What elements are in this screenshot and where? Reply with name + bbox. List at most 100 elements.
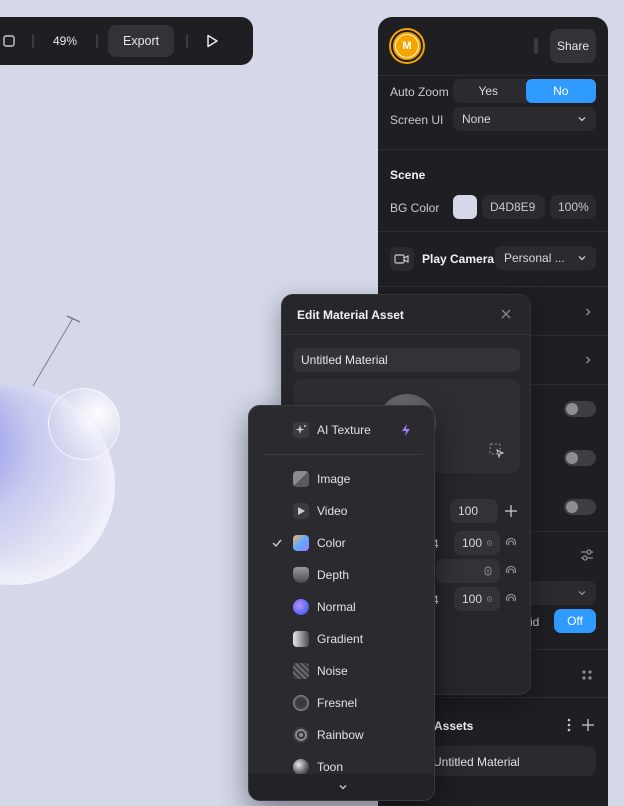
noise-icon <box>293 663 309 679</box>
export-button[interactable]: Export <box>108 25 175 57</box>
rainbow-icon <box>293 727 309 743</box>
reset-icon[interactable] <box>504 536 518 550</box>
image-icon <box>293 471 309 487</box>
toolbar-separator <box>96 34 98 48</box>
bg-color-label: BG Color <box>390 201 440 215</box>
normal-icon <box>293 599 309 615</box>
dropdown-item-label: Normal <box>317 600 356 614</box>
dropdown-item-gradient[interactable]: Gradient <box>249 625 434 653</box>
dialog-title: Edit Material Asset <box>297 308 404 322</box>
divider <box>378 149 608 150</box>
sparkles-icon <box>293 422 309 438</box>
toggle-switch[interactable] <box>564 499 596 515</box>
bg-color-opacity-input[interactable]: 100% <box>550 195 596 219</box>
toggle-switch[interactable] <box>564 450 596 466</box>
camera-icon[interactable] <box>390 247 414 271</box>
color-icon <box>293 535 309 551</box>
toon-icon <box>293 759 309 775</box>
dropdown-item-label: Depth <box>317 568 350 582</box>
dropdown-item-label: Color <box>317 536 346 550</box>
dropdown-item-label: Rainbow <box>317 728 364 742</box>
close-icon[interactable] <box>500 308 512 320</box>
avatar[interactable]: M <box>391 30 423 62</box>
dropdown-item-color[interactable]: Color <box>249 529 434 557</box>
material-name-input[interactable]: Untitled Material <box>293 348 520 372</box>
assets-heading: Assets <box>434 719 474 733</box>
play-camera-select[interactable]: Personal ... <box>495 246 596 270</box>
dropdown-item-label: Image <box>317 472 351 486</box>
dropdown-item-rainbow[interactable]: Rainbow <box>249 721 434 749</box>
reset-icon[interactable] <box>504 592 518 606</box>
dropdown-item-label: Fresnel <box>317 696 358 710</box>
fresnel-icon <box>293 695 309 711</box>
chevron-right-icon[interactable] <box>583 355 593 365</box>
dropdown-scroll-down[interactable] <box>249 774 434 800</box>
dropdown-item-label: Toon <box>317 760 344 774</box>
toolbar-separator <box>186 34 189 48</box>
asset-item-label: Untitled Material <box>433 755 520 769</box>
link-icon <box>487 540 492 546</box>
auto-zoom-toggle: Yes No <box>453 79 596 103</box>
chevron-down-icon <box>578 256 586 261</box>
dropdown-item-label: Noise <box>317 664 348 678</box>
scene-bubble[interactable] <box>48 388 120 460</box>
video-icon <box>293 503 309 519</box>
dropdown-item-image[interactable]: Image <box>249 465 434 493</box>
share-button[interactable]: Share <box>550 29 596 63</box>
row3-value-input[interactable]: 100 <box>454 587 500 611</box>
off-button[interactable]: Off <box>554 609 596 633</box>
dropdown-item-video[interactable]: Video <box>249 497 434 525</box>
frame-icon[interactable] <box>0 32 18 50</box>
scene-heading: Scene <box>390 168 426 182</box>
row1-value-input[interactable]: 100 <box>454 531 500 555</box>
bg-color-swatch[interactable] <box>453 195 477 219</box>
auto-zoom-no[interactable]: No <box>525 79 596 103</box>
play-icon[interactable] <box>200 29 224 53</box>
add-icon[interactable] <box>504 504 518 518</box>
depth-icon <box>293 567 309 583</box>
texture-type-dropdown: AI Texture Image Video Color Depth Norma… <box>248 405 435 801</box>
reset-icon[interactable] <box>504 564 518 578</box>
chevron-down-icon <box>578 591 586 596</box>
more-vertical-icon[interactable] <box>566 718 572 732</box>
dropdown-item-ai-texture[interactable]: AI Texture <box>249 416 434 444</box>
grid-dots-icon[interactable] <box>581 669 593 681</box>
screen-ui-select[interactable]: None <box>453 107 596 131</box>
material-select[interactable] <box>526 581 596 605</box>
chevron-right-icon[interactable] <box>583 307 593 317</box>
chevron-down-icon <box>339 785 346 790</box>
divider <box>378 286 608 287</box>
dropdown-item-label: Video <box>317 504 348 518</box>
bg-color-hex-input[interactable]: D4D8E9 <box>482 195 545 219</box>
dropdown-item-label: Gradient <box>317 632 364 646</box>
add-asset-icon[interactable] <box>581 718 595 732</box>
sliders-icon[interactable] <box>579 547 595 563</box>
chevron-down-icon <box>578 117 586 122</box>
divider <box>282 334 530 335</box>
dropdown-item-depth[interactable]: Depth <box>249 561 434 589</box>
check-icon <box>272 539 282 548</box>
screen-ui-label: Screen UI <box>390 113 444 127</box>
auto-zoom-yes[interactable]: Yes <box>453 79 524 103</box>
divider <box>378 231 608 232</box>
value-input[interactable]: 100 <box>450 499 498 523</box>
toggle-switch[interactable] <box>564 401 596 417</box>
play-camera-label: Play Camera <box>422 252 495 266</box>
dropdown-item-noise[interactable]: Noise <box>249 657 434 685</box>
bolt-icon <box>402 424 410 436</box>
zoom-level[interactable]: 49% <box>34 34 96 48</box>
dropdown-item-label: AI Texture <box>317 423 371 437</box>
select-cursor-icon[interactable] <box>489 443 505 459</box>
row2-value-input[interactable] <box>436 559 500 583</box>
divider <box>378 75 608 76</box>
auto-zoom-label: Auto Zoom <box>390 85 449 99</box>
top-toolbar: 49% Export <box>0 17 253 65</box>
header-separator <box>534 38 538 54</box>
link-icon <box>487 596 492 602</box>
partial-option-label: id <box>530 615 540 629</box>
dropdown-item-fresnel[interactable]: Fresnel <box>249 689 434 717</box>
gradient-icon <box>293 631 309 647</box>
dropdown-item-normal[interactable]: Normal <box>249 593 434 621</box>
divider <box>263 454 422 455</box>
link-icon <box>484 566 492 576</box>
